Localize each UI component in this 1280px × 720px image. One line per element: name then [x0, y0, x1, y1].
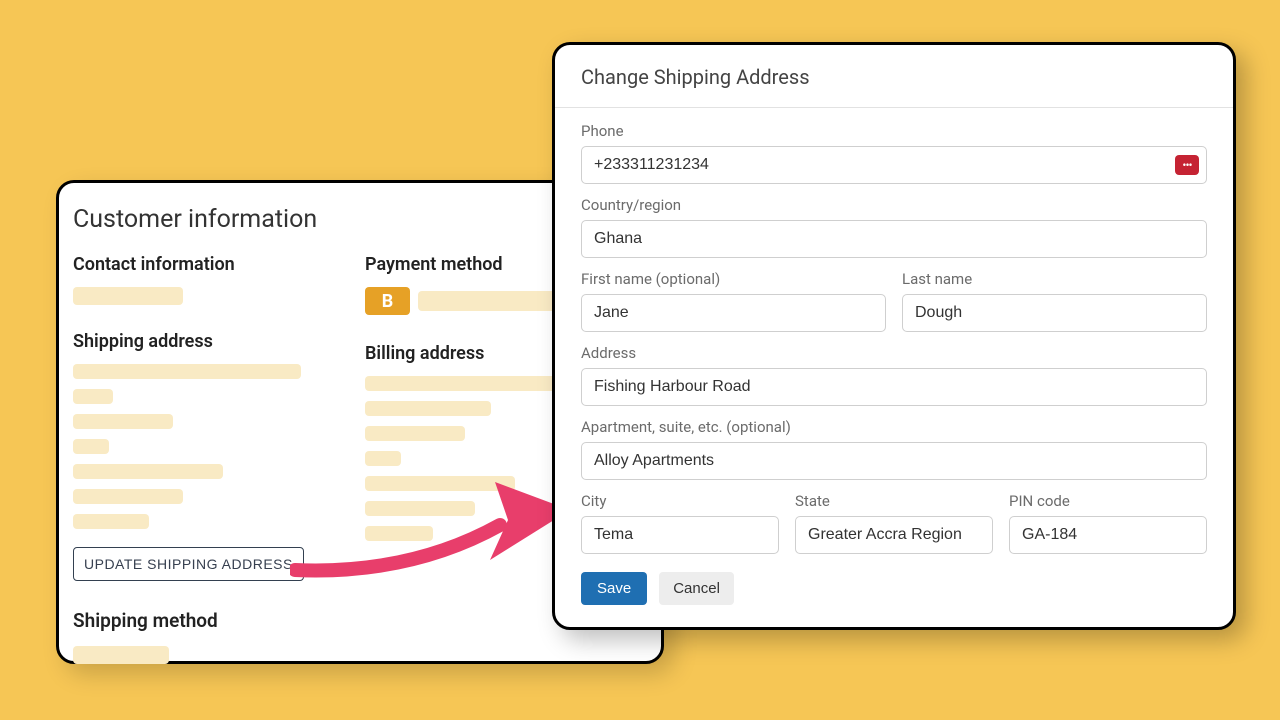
placeholder-line [73, 439, 109, 454]
placeholder-line [73, 414, 173, 429]
modal-title: Change Shipping Address [581, 65, 1207, 89]
payment-provider-badge: B [365, 287, 410, 315]
apartment-label: Apartment, suite, etc. (optional) [581, 418, 1207, 436]
placeholder-line [73, 389, 113, 404]
country-label: Country/region [581, 196, 1207, 214]
state-field[interactable] [795, 516, 993, 554]
placeholder-line [73, 646, 169, 664]
first-name-label: First name (optional) [581, 270, 886, 288]
pin-field[interactable] [1009, 516, 1207, 554]
placeholder-line [365, 501, 475, 516]
update-shipping-address-button[interactable]: UPDATE SHIPPING ADDRESS [73, 547, 304, 581]
placeholder-line [365, 426, 465, 441]
apartment-field[interactable] [581, 442, 1207, 480]
cancel-button[interactable]: Cancel [659, 572, 734, 605]
contact-info-heading: Contact information [73, 254, 355, 275]
modal-actions: Save Cancel [581, 572, 1207, 605]
placeholder-line [73, 364, 301, 379]
phone-field[interactable] [581, 146, 1207, 184]
change-shipping-address-modal: Change Shipping Address Phone ••• Countr… [552, 42, 1236, 630]
placeholder-line [73, 464, 223, 479]
address-label: Address [581, 344, 1207, 362]
shipping-method-heading: Shipping method [73, 609, 355, 632]
placeholder-line [365, 401, 491, 416]
city-label: City [581, 492, 779, 510]
password-manager-icon[interactable]: ••• [1175, 155, 1199, 175]
address-field[interactable] [581, 368, 1207, 406]
placeholder-line [73, 514, 149, 529]
pin-label: PIN code [1009, 492, 1207, 510]
placeholder-line [365, 451, 401, 466]
phone-label: Phone [581, 122, 1207, 140]
last-name-label: Last name [902, 270, 1207, 288]
state-label: State [795, 492, 993, 510]
save-button[interactable]: Save [581, 572, 647, 605]
first-name-field[interactable] [581, 294, 886, 332]
shipping-address-heading: Shipping address [73, 331, 355, 352]
modal-header: Change Shipping Address [555, 45, 1233, 108]
city-field[interactable] [581, 516, 779, 554]
last-name-field[interactable] [902, 294, 1207, 332]
placeholder-line [73, 287, 183, 305]
country-field[interactable] [581, 220, 1207, 258]
placeholder-line [365, 526, 433, 541]
placeholder-line [73, 489, 183, 504]
placeholder-line [365, 476, 515, 491]
